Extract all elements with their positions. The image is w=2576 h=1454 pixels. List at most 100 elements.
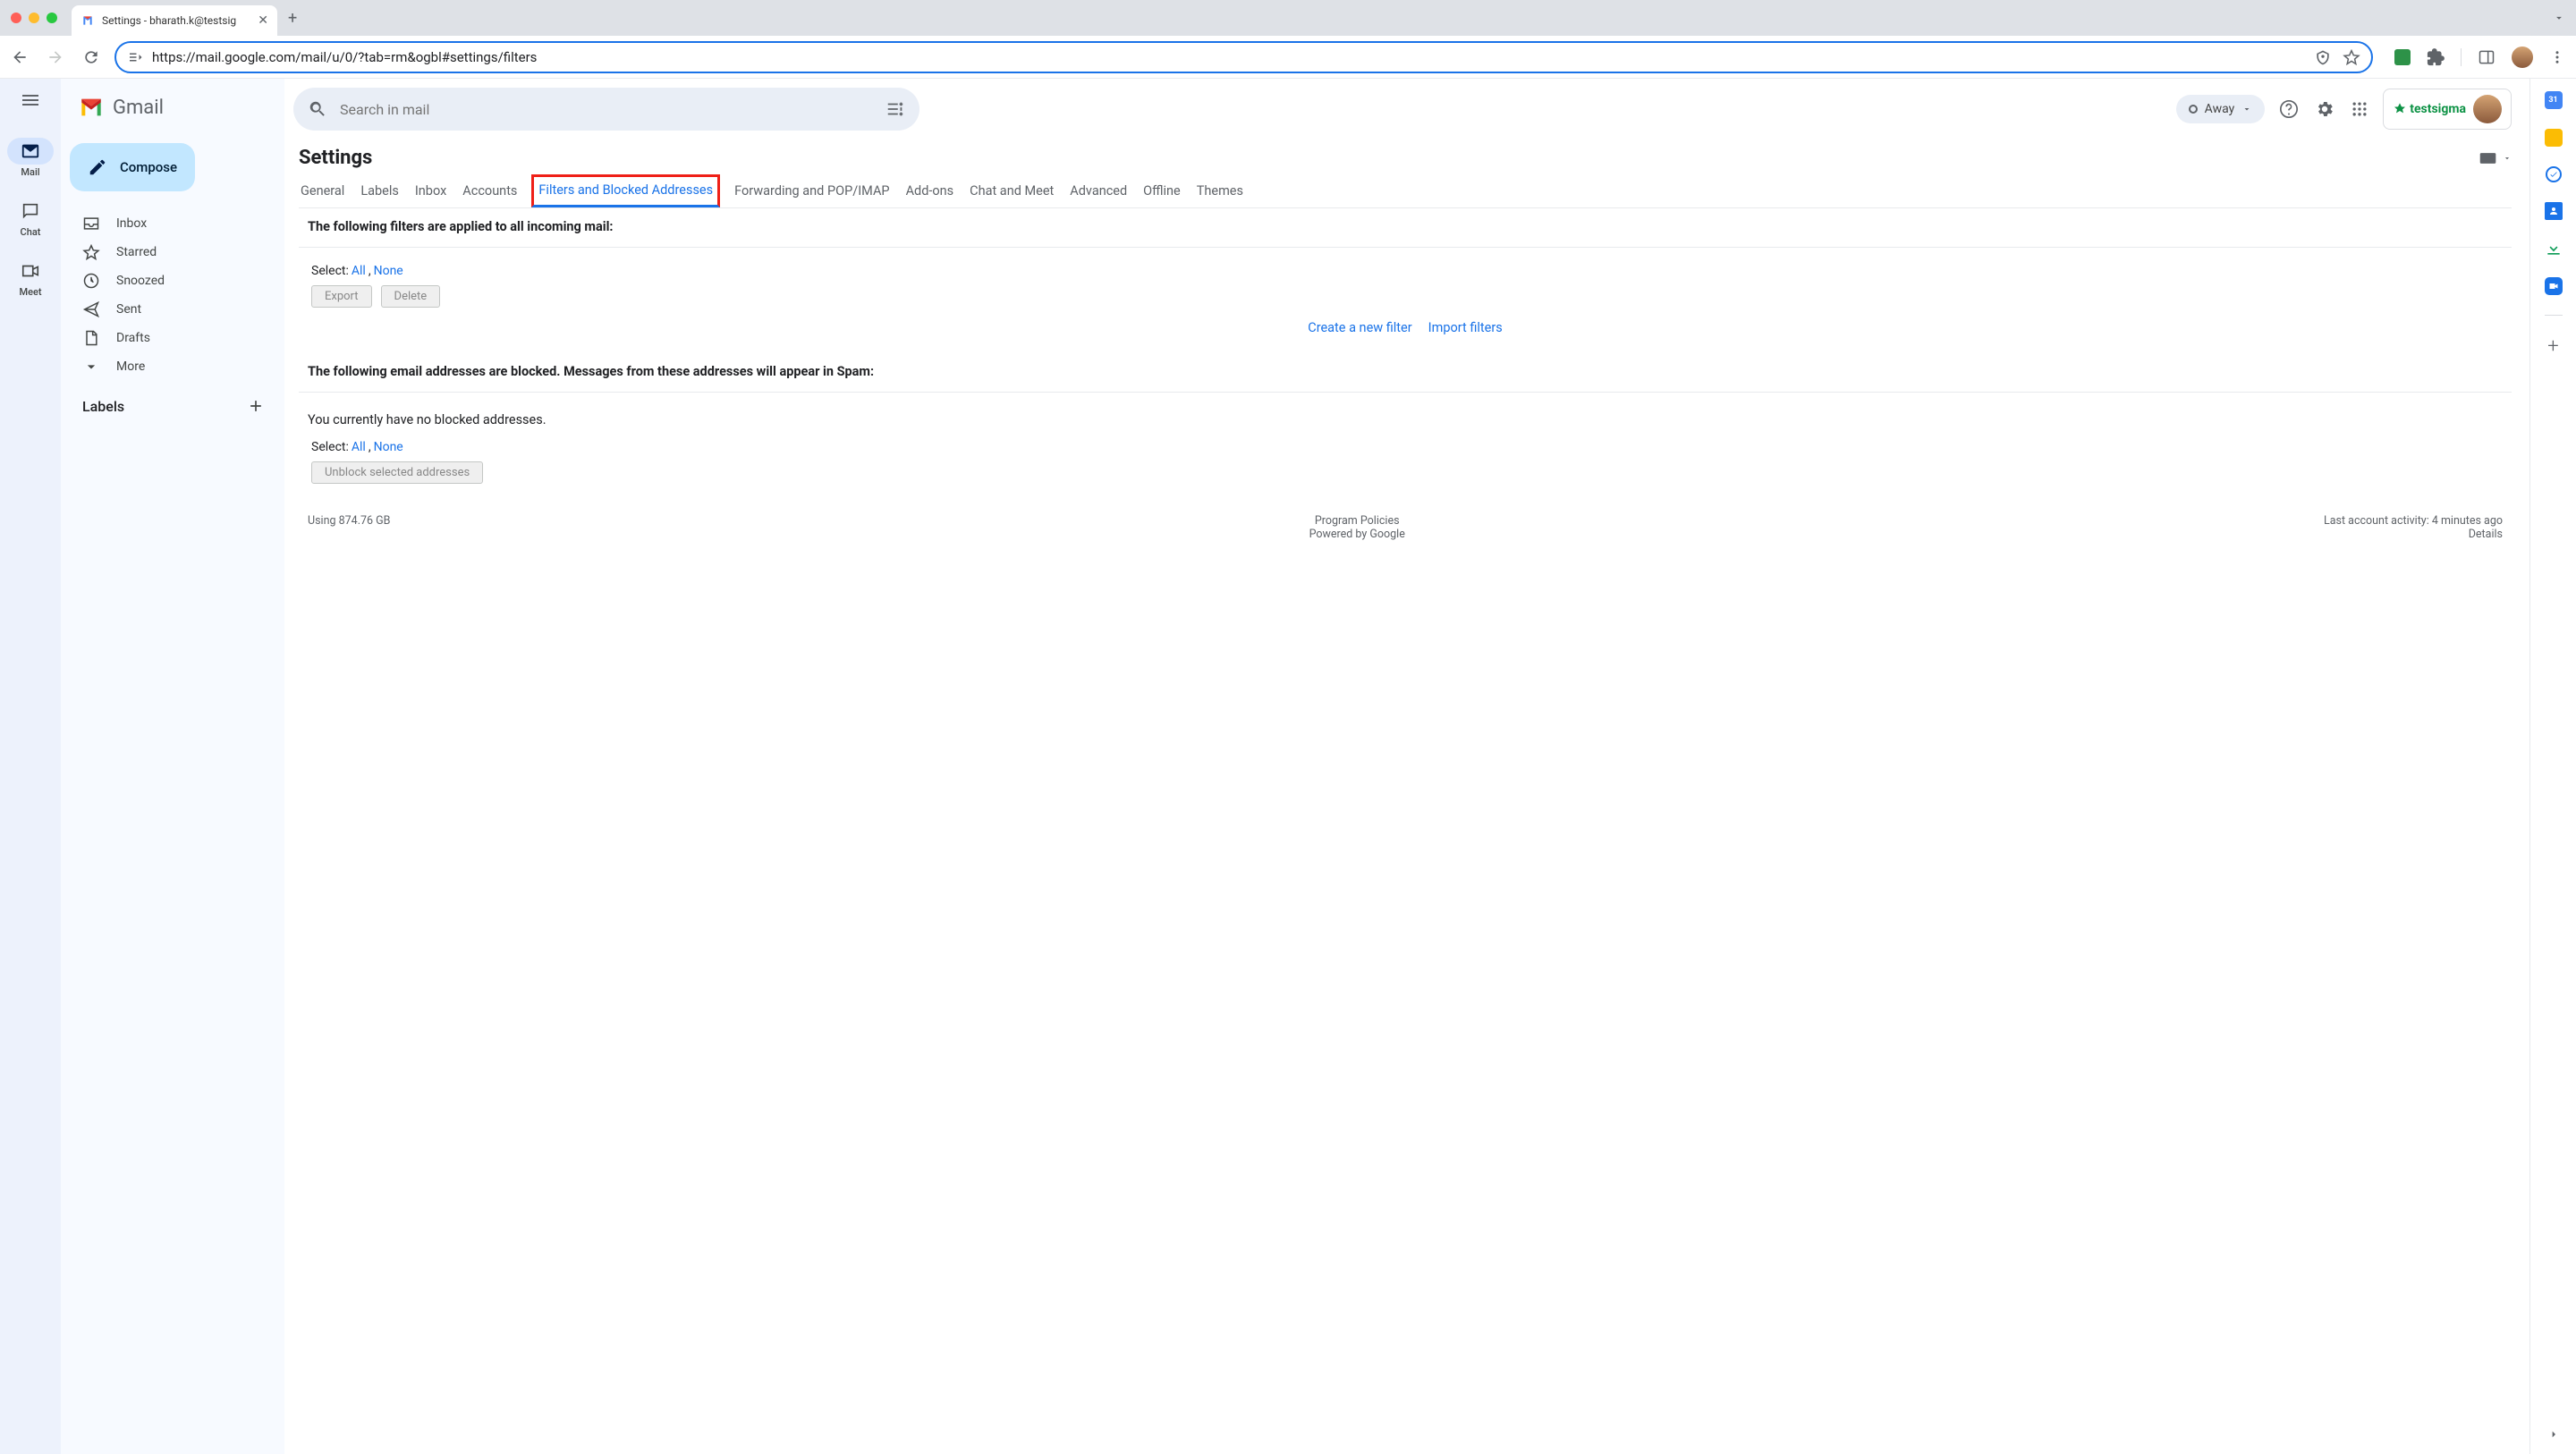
sidebar-item-snoozed[interactable]: Snoozed [61,266,274,295]
get-addons-button[interactable]: + [2547,335,2558,358]
rail-meet[interactable]: Meet [7,258,54,298]
window-controls [11,13,57,23]
filters-heading: The following filters are applied to all… [308,219,2503,234]
gmail-logo-icon [77,93,106,122]
tab-offline[interactable]: Offline [1141,174,1182,207]
sent-label: Sent [116,302,141,317]
close-tab-icon[interactable]: ✕ [258,13,268,28]
search-icon [308,99,327,119]
select-none-link-2[interactable]: None [374,440,403,454]
clock-icon [82,272,100,290]
send-icon [82,300,100,318]
more-label: More [116,359,145,374]
tab-accounts[interactable]: Accounts [461,174,519,207]
maximize-window[interactable] [47,13,57,23]
back-button[interactable] [11,48,29,66]
support-icon[interactable] [2279,99,2299,119]
tab-overflow-icon[interactable] [2553,12,2565,24]
hide-panel-button[interactable] [2546,1427,2561,1441]
tab-chat[interactable]: Chat and Meet [968,174,1055,207]
calendar-addon-icon[interactable]: 31 [2545,91,2563,109]
tab-forwarding[interactable]: Forwarding and POP/IMAP [733,174,891,207]
rail-meet-label: Meet [19,286,41,298]
import-filters-link[interactable]: Import filters [1428,320,1503,335]
contacts-addon-icon[interactable] [2545,202,2563,220]
minimize-window[interactable] [29,13,39,23]
apps-grid-icon[interactable] [2351,100,2368,118]
main-menu-icon[interactable] [20,89,41,111]
export-button[interactable]: Export [311,285,372,308]
chevron-down-icon [2241,104,2252,114]
bookmark-icon[interactable] [2343,48,2360,66]
chat-icon [21,201,40,221]
sidebar: Gmail Compose Inbox Starred Snoozed Sent… [61,79,284,1454]
draft-icon [82,329,100,347]
tab-filters[interactable]: Filters and Blocked Addresses [531,174,720,207]
create-filter-link[interactable]: Create a new filter [1308,320,1411,335]
account-avatar[interactable] [2473,95,2502,123]
select-all-link-2[interactable]: All [352,440,366,454]
site-info-icon[interactable] [127,49,143,65]
add-label-button[interactable] [247,397,265,415]
profile-avatar[interactable] [2512,46,2533,68]
browser-toolbar: https://mail.google.com/mail/u/0/?tab=rm… [0,36,2576,79]
settings-content: Settings General Labels Inbox Accounts F… [284,139,2529,1454]
forward-button[interactable] [47,48,64,66]
gmail-logo[interactable]: Gmail [61,86,284,136]
filters-section: The following filters are applied to all… [299,208,2512,248]
tab-labels[interactable]: Labels [359,174,401,207]
sidebar-item-inbox[interactable]: Inbox [61,209,274,238]
meet-addon-icon[interactable] [2545,277,2563,295]
status-selector[interactable]: Away [2176,95,2266,123]
pencil-icon [88,157,107,177]
extensions-icon[interactable] [2427,48,2445,66]
search-box[interactable] [293,88,919,131]
side-panel-icon[interactable] [2478,48,2496,66]
delete-button[interactable]: Delete [381,285,441,308]
org-chip[interactable]: testsigma [2383,89,2512,130]
browser-tab[interactable]: Settings - bharath.k@testsig ✕ [72,5,277,36]
download-addon-icon[interactable] [2545,240,2563,258]
gmail-favicon-icon [80,13,95,28]
reload-button[interactable] [82,48,100,66]
select-none-link[interactable]: None [374,264,403,278]
blocked-heading: The following email addresses are blocke… [308,364,2503,379]
sidebar-item-sent[interactable]: Sent [61,295,274,324]
sidebar-item-drafts[interactable]: Drafts [61,324,274,352]
url-text: https://mail.google.com/mail/u/0/?tab=rm… [152,49,2305,65]
input-tools-icon[interactable] [2479,151,2512,165]
policies-link[interactable]: Program Policies [1309,514,1405,528]
unblock-button[interactable]: Unblock selected addresses [311,461,483,484]
inbox-label: Inbox [116,216,147,231]
left-rail: Mail Chat Meet [0,79,61,1454]
tasks-addon-icon[interactable] [2546,166,2562,182]
search-options-icon[interactable] [886,99,905,119]
tab-addons[interactable]: Add-ons [904,174,956,207]
extension-testsigma-icon[interactable] [2394,49,2411,65]
meet-icon [21,261,40,281]
browser-menu-icon[interactable] [2549,49,2565,65]
blocked-controls: You currently have no blocked addresses.… [299,393,2512,487]
rail-mail[interactable]: Mail [7,138,54,178]
tab-advanced[interactable]: Advanced [1068,174,1129,207]
new-tab-button[interactable]: + [288,9,297,28]
starred-label: Starred [116,245,157,259]
rail-chat[interactable]: Chat [7,198,54,238]
select-all-link[interactable]: All [352,264,366,278]
search-input[interactable] [340,101,873,118]
close-window[interactable] [11,13,21,23]
sidebar-item-starred[interactable]: Starred [61,238,274,266]
compose-button[interactable]: Compose [70,143,195,191]
tab-title: Settings - bharath.k@testsig [102,14,250,27]
tab-general[interactable]: General [299,174,346,207]
snoozed-label: Snoozed [116,274,165,288]
address-bar[interactable]: https://mail.google.com/mail/u/0/?tab=rm… [114,41,2373,73]
details-link[interactable]: Details [2324,528,2503,541]
lens-icon[interactable] [2314,48,2332,66]
tab-inbox[interactable]: Inbox [413,174,448,207]
drafts-label: Drafts [116,331,150,345]
sidebar-item-more[interactable]: More [61,352,274,381]
tab-themes[interactable]: Themes [1195,174,1245,207]
keep-addon-icon[interactable] [2545,129,2563,147]
settings-gear-icon[interactable] [2315,99,2334,119]
